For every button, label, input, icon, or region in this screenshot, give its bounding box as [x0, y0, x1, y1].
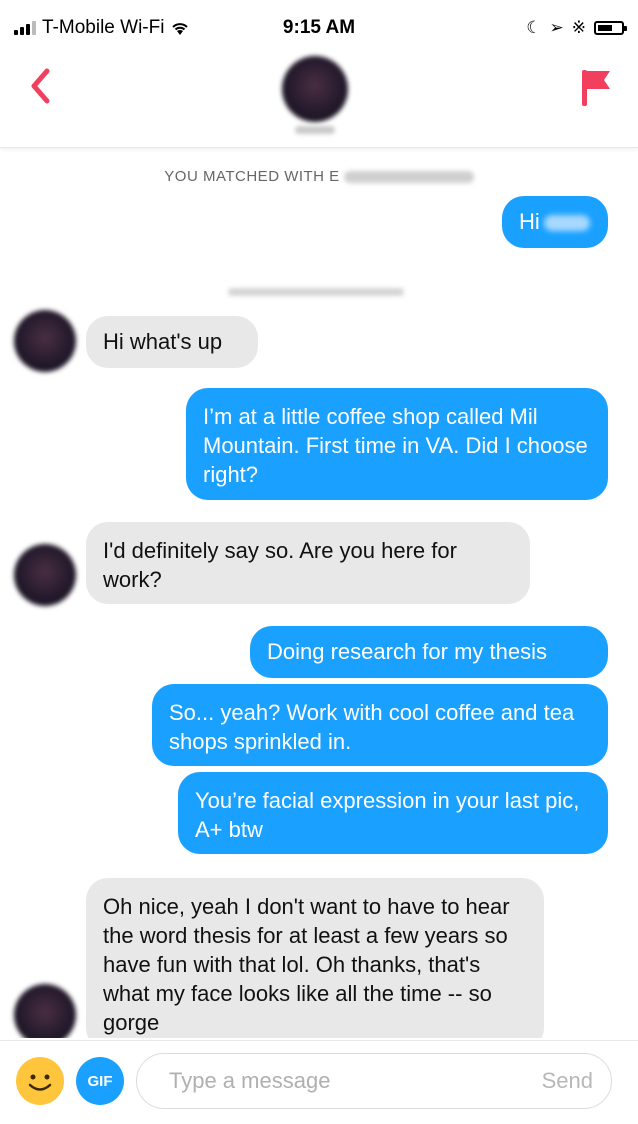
- match-avatar[interactable]: [14, 984, 76, 1038]
- chat-header: [0, 56, 638, 148]
- status-right: ☾ ➢ ※: [404, 18, 627, 38]
- chevron-left-icon: [31, 68, 50, 104]
- message-bubble-sent[interactable]: I’m at a little coffee shop called Mil M…: [186, 388, 608, 500]
- location-icon: ➢: [549, 18, 564, 37]
- message-bubble-received[interactable]: I'd definitely say so. Are you here for …: [86, 522, 530, 604]
- status-time: 9:15 AM: [282, 17, 356, 38]
- message-bubble-sent[interactable]: So... yeah? Work with cool coffee and te…: [152, 684, 608, 766]
- emoji-button[interactable]: [16, 1057, 64, 1105]
- message-bubble-received[interactable]: Oh nice, yeah I don't want to have to he…: [86, 878, 544, 1038]
- message-bubble-sent[interactable]: Doing research for my thesis: [250, 626, 608, 678]
- message-input[interactable]: [167, 1067, 487, 1095]
- status-left: T-Mobile Wi-Fi: [14, 17, 234, 39]
- signal-icon: [14, 21, 36, 35]
- report-flag-button[interactable]: [580, 68, 614, 108]
- match-avatar[interactable]: [14, 544, 76, 606]
- status-bar: T-Mobile Wi-Fi 9:15 AM ☾ ➢ ※: [0, 0, 638, 56]
- moon-icon: ☾: [526, 18, 542, 37]
- message-bubble-sent[interactable]: Hi: [502, 196, 608, 248]
- message-bubble-sent[interactable]: You’re facial expression in your last pi…: [178, 772, 608, 854]
- gif-button[interactable]: GIF: [76, 1057, 124, 1105]
- carrier-label: T-Mobile Wi-Fi: [42, 17, 165, 38]
- match-avatar[interactable]: [282, 56, 348, 122]
- flag-icon: [582, 70, 610, 106]
- wifi-icon: [172, 23, 189, 35]
- bluetooth-icon: ※: [571, 18, 586, 37]
- match-avatar[interactable]: [14, 310, 76, 372]
- message-input-bar: GIF Send: [0, 1040, 638, 1124]
- send-button[interactable]: Send: [542, 1068, 593, 1094]
- back-button[interactable]: [20, 66, 60, 106]
- match-notice: YOU MATCHED WITH E: [0, 168, 638, 185]
- timestamp-divider: [228, 288, 404, 296]
- match-name: [295, 126, 335, 134]
- smiley-icon: [28, 1074, 52, 1091]
- battery-icon: [594, 21, 627, 35]
- chat-thread[interactable]: YOU MATCHED WITH E Hi Hi what's up I’m a…: [0, 150, 638, 1038]
- blurred-name: [343, 171, 474, 184]
- message-field[interactable]: Send: [136, 1053, 612, 1109]
- message-bubble-received[interactable]: Hi what's up: [86, 316, 258, 368]
- blurred-name: [543, 215, 590, 232]
